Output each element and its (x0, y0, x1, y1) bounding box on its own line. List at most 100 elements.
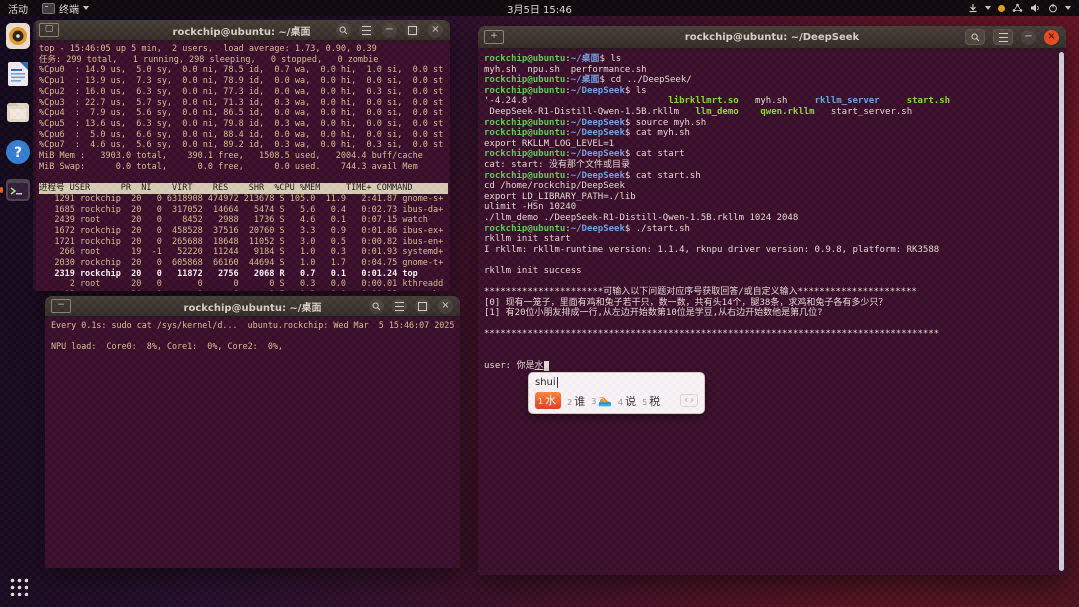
win1-close-button[interactable]: × (428, 23, 443, 38)
app-menu[interactable]: 终端 (42, 1, 89, 16)
win1-maximize-button[interactable] (405, 23, 420, 38)
dock-item-terminal[interactable] (4, 176, 32, 204)
svg-text:?: ? (14, 145, 22, 161)
win1-tab-icon[interactable]: ▢ (39, 23, 59, 37)
win3-close-button[interactable]: × (1044, 30, 1059, 45)
terminal-line: 2030 rockchip 20 0 605868 66160 44694 S … (39, 258, 448, 269)
terminal-line: MiB Swap: 0.0 total, 0.0 free, 0.0 used.… (39, 162, 448, 173)
terminal-line: rockchip@ubuntu:~/DeepSeek$ ls (484, 86, 1064, 97)
ime-candidate[interactable]: 4说 (618, 393, 636, 409)
terminal-line: 1672 rockchip 20 0 458528 37516 20760 S … (39, 226, 448, 237)
terminal-window-top: ▢ rockchip@ubuntu: ~/桌面 − × top - 15:46:… (33, 20, 450, 291)
terminal-line: [1] 有20位小朋友排成一行,从左边开始数第10位是学豆,从右边开始数他是第几… (484, 308, 1064, 319)
show-applications-button[interactable] (8, 576, 28, 596)
terminal-line (51, 331, 458, 342)
win3-terminal-output[interactable]: rockchip@ubuntu:~/桌面$ lsmyh.sh npu.sh pe… (478, 48, 1066, 575)
terminal-line: 进程号 USER PR NI VIRT RES SHR %CPU %MEM TI… (39, 183, 448, 194)
power-icon[interactable] (1048, 3, 1058, 13)
running-indicator (0, 187, 3, 193)
terminal-line: cd /home/rockchip/DeepSeek (484, 181, 1064, 192)
terminal-line: top - 15:46:05 up 5 min, 2 users, load a… (39, 44, 448, 55)
win3-search-icon[interactable] (965, 29, 985, 45)
help-icon: ? (4, 138, 32, 166)
terminal-line (484, 255, 1064, 266)
terminal-line: rockchip@ubuntu:~/桌面$ ls (484, 54, 1064, 65)
dock-item-rhythmbox[interactable] (4, 22, 32, 50)
win3-tab-icon[interactable]: + (484, 30, 504, 44)
dock-item-writer[interactable] (4, 60, 32, 88)
terminal-line: rkllm init success (484, 266, 1064, 277)
terminal-line: rockchip@ubuntu:~/DeepSeek$ source myh.s… (484, 118, 1064, 129)
win2-titlebar[interactable]: − rockchip@ubuntu: ~/桌面 × (45, 296, 460, 317)
terminal-line (484, 319, 1064, 330)
ime-caret (557, 377, 558, 388)
ime-prev-page-icon[interactable]: ‹ (684, 395, 688, 406)
activities-button[interactable]: 活动 (8, 1, 28, 16)
win3-titlebar[interactable]: + rockchip@ubuntu: ~/DeepSeek − × (478, 26, 1066, 49)
terminal-line: cat: start: 没有那个文件或目录 (484, 160, 1064, 171)
terminal-line: rockchip@ubuntu:~/DeepSeek$ cat start.sh (484, 171, 1064, 182)
ime-preedit: shui (535, 376, 698, 389)
ime-candidate[interactable]: 2谁 (567, 393, 585, 409)
terminal-line: %Cpu4 : 7.9 us, 5.6 sy, 0.0 ni, 86.5 id,… (39, 108, 448, 119)
input-source-icon[interactable] (968, 3, 978, 13)
ime-candidates: 1水 2谁 3🏊 4说 5税 ‹› (535, 392, 698, 409)
terminal-line: rkllm init start (484, 234, 1064, 245)
win2-close-button[interactable]: × (438, 299, 453, 314)
ime-candidate[interactable]: 5税 (642, 393, 660, 409)
win2-search-icon[interactable] (369, 299, 384, 314)
win1-titlebar[interactable]: ▢ rockchip@ubuntu: ~/桌面 − × (33, 20, 450, 41)
terminal-line (484, 340, 1064, 351)
terminal-line: ****************************************… (484, 329, 1064, 340)
terminal-line: export LD_LIBRARY_PATH=./lib (484, 192, 1064, 203)
terminal-line: '-4.24.8' librkllmrt.so myh.sh rkllm_ser… (484, 96, 1064, 107)
win1-search-icon[interactable] (336, 23, 351, 38)
terminal-app-icon (42, 3, 55, 14)
win1-menu-icon[interactable] (359, 23, 374, 38)
terminal-line: %Cpu0 : 14.9 us, 5.0 sy, 0.0 ni, 78.5 id… (39, 65, 448, 76)
system-menu-chevron-icon (1065, 6, 1071, 10)
recording-indicator-icon[interactable] (998, 5, 1005, 12)
terminal-line: 266 root 19 -1 52220 11244 9184 S 1.0 0.… (39, 247, 448, 258)
dock-item-help[interactable]: ? (4, 138, 32, 166)
win1-terminal-output[interactable]: top - 15:46:05 up 5 min, 2 users, load a… (33, 40, 450, 291)
dock: ? (0, 16, 36, 607)
network-icon[interactable] (1012, 3, 1023, 13)
files-icon (4, 98, 32, 126)
dock-item-files[interactable] (4, 98, 32, 126)
terminal-line: 1685 rockchip 20 0 317052 14664 5474 S 5… (39, 205, 448, 216)
ime-popup: shui 1水 2谁 3🏊 4说 5税 ‹› (528, 372, 705, 414)
terminal-line: **********************可输入以下问题对应序号获取回答/或自… (484, 287, 1064, 298)
win2-tab-icon[interactable]: − (51, 299, 71, 313)
libreoffice-writer-icon (4, 60, 32, 88)
win2-title: rockchip@ubuntu: ~/桌面 (184, 299, 322, 314)
win3-menu-icon[interactable] (993, 29, 1013, 45)
terminal-line (484, 351, 1064, 362)
terminal-line: export RKLLM_LOG_LEVEL=1 (484, 139, 1064, 150)
terminal-icon (4, 176, 32, 204)
win3-scrollbar[interactable] (1059, 52, 1064, 571)
terminal-line: rockchip@ubuntu:~/桌面$ cd ../DeepSeek/ (484, 75, 1064, 86)
terminal-line: %Cpu5 : 13.6 us, 6.3 sy, 0.0 ni, 79.8 id… (39, 119, 448, 130)
win3-minimize-button[interactable]: − (1021, 30, 1036, 45)
terminal-line: rockchip@ubuntu:~/DeepSeek$ ./start.sh (484, 224, 1064, 235)
terminal-window-deepseek: + rockchip@ubuntu: ~/DeepSeek − × rockch… (478, 26, 1066, 575)
terminal-line: myh.sh npu.sh performance.sh (484, 65, 1064, 76)
ime-pager[interactable]: ‹› (680, 394, 698, 407)
win2-terminal-output[interactable]: Every 0.1s: sudo cat /sys/kernel/d... ub… (45, 316, 460, 568)
terminal-line: %Cpu1 : 13.9 us, 7.3 sy, 0.0 ni, 78.9 id… (39, 76, 448, 87)
terminal-line: DeepSeek-R1-Distill-Qwen-1.5B.rkllm llm_… (484, 107, 1064, 118)
terminal-line: %Cpu2 : 16.0 us, 6.3 sy, 0.0 ni, 77.3 id… (39, 87, 448, 98)
win2-menu-icon[interactable] (392, 299, 407, 314)
ime-candidate[interactable]: 3🏊 (591, 394, 612, 407)
terminal-line: %Cpu6 : 5.0 us, 6.6 sy, 0.0 ni, 88.4 id,… (39, 130, 448, 141)
ime-candidate[interactable]: 1水 (535, 392, 561, 409)
terminal-line: %Cpu7 : 4.6 us, 5.6 sy, 0.0 ni, 89.2 id,… (39, 140, 448, 151)
ime-next-page-icon[interactable]: › (690, 395, 694, 406)
terminal-line (39, 172, 448, 183)
terminal-line: 2319 rockchip 20 0 11872 2756 2068 R 0.7… (39, 269, 448, 280)
win1-minimize-button[interactable]: − (382, 23, 397, 38)
clock[interactable]: 3月5日 15:46 (507, 1, 572, 16)
win2-maximize-button[interactable] (415, 299, 430, 314)
volume-icon[interactable] (1030, 3, 1041, 13)
